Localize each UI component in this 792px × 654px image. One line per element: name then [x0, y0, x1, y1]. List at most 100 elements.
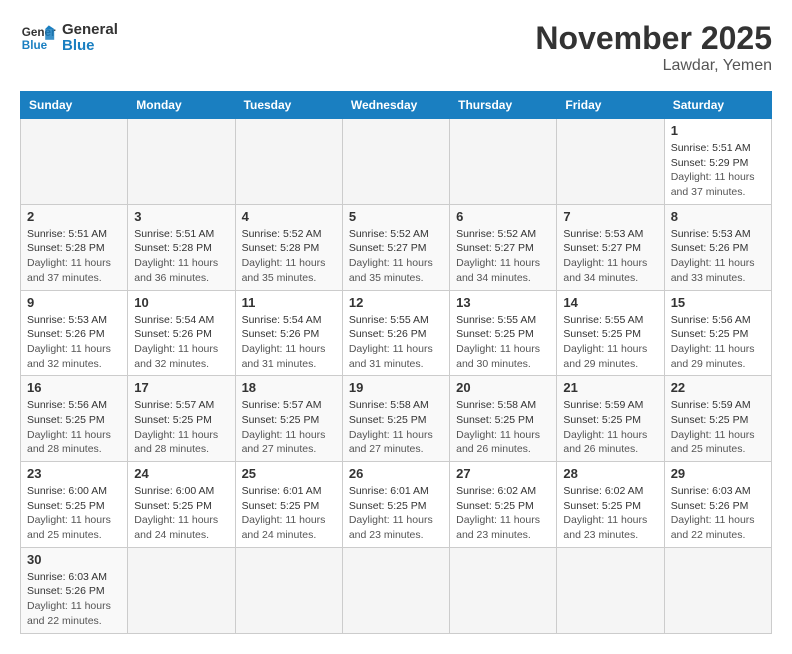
day-info: Sunrise: 6:00 AMSunset: 5:25 PMDaylight:… [27, 484, 121, 543]
day-number: 1 [671, 123, 765, 138]
day-info: Sunrise: 5:56 AMSunset: 5:25 PMDaylight:… [27, 398, 121, 457]
day-info: Sunrise: 5:59 AMSunset: 5:25 PMDaylight:… [563, 398, 657, 457]
table-row: 7 Sunrise: 5:53 AMSunset: 5:27 PMDaylight… [557, 204, 664, 290]
calendar: Sunday Monday Tuesday Wednesday Thursday… [20, 91, 772, 634]
day-info: Sunrise: 5:59 AMSunset: 5:25 PMDaylight:… [671, 398, 765, 457]
table-row: 27Sunrise: 6:02 AMSunset: 5:25 PMDayligh… [450, 462, 557, 548]
table-row: 4Sunrise: 5:52 AMSunset: 5:28 PMDaylight… [235, 204, 342, 290]
table-row: 15Sunrise: 5:56 AMSunset: 5:25 PMDayligh… [664, 290, 771, 376]
col-friday: Friday [557, 92, 664, 119]
day-info: Sunrise: 5:51 AMSunset: 5:29 PMDaylight:… [671, 141, 765, 200]
day-number: 27 [456, 466, 550, 481]
table-row: 12Sunrise: 5:55 AMSunset: 5:26 PMDayligh… [342, 290, 449, 376]
table-row [235, 547, 342, 633]
day-info: Sunrise: 5:57 AMSunset: 5:25 PMDaylight:… [134, 398, 228, 457]
table-row: 30 Sunrise: 6:03 AMSunset: 5:26 PMDayligh… [21, 547, 128, 633]
day-info: Sunrise: 5:51 AMSunset: 5:28 PMDaylight:… [134, 227, 228, 286]
day-number: 8 [671, 209, 765, 224]
logo-icon: General Blue [20, 20, 56, 56]
table-row: 14 Sunrise: 5:55 AMSunset: 5:25 PMDayligh… [557, 290, 664, 376]
col-monday: Monday [128, 92, 235, 119]
col-saturday: Saturday [664, 92, 771, 119]
table-row [557, 547, 664, 633]
table-row [235, 119, 342, 205]
table-row: 25 Sunrise: 6:01 AMSunset: 5:25 PMDayligh… [235, 462, 342, 548]
table-row: 13 Sunrise: 5:55 AMSunset: 5:25 PMDayligh… [450, 290, 557, 376]
table-row: 28 Sunrise: 6:02 AMSunset: 5:25 PMDayligh… [557, 462, 664, 548]
day-number: 4 [242, 209, 336, 224]
day-info: Sunrise: 6:03 AMSunset: 5:26 PMDaylight:… [27, 570, 121, 629]
calendar-week-row: 2 Sunrise: 5:51 AMSunset: 5:28 PMDaylight… [21, 204, 772, 290]
table-row: 5Sunrise: 5:52 AMSunset: 5:27 PMDaylight… [342, 204, 449, 290]
col-sunday: Sunday [21, 92, 128, 119]
table-row: 18 Sunrise: 5:57 AMSunset: 5:25 PMDayligh… [235, 376, 342, 462]
day-info: Sunrise: 5:51 AMSunset: 5:28 PMDaylight:… [27, 227, 121, 286]
day-number: 30 [27, 552, 121, 567]
table-row: 17Sunrise: 5:57 AMSunset: 5:25 PMDayligh… [128, 376, 235, 462]
day-number: 25 [242, 466, 336, 481]
table-row: 6 Sunrise: 5:52 AMSunset: 5:27 PMDaylight… [450, 204, 557, 290]
table-row [450, 547, 557, 633]
table-row [342, 119, 449, 205]
col-thursday: Thursday [450, 92, 557, 119]
day-info: Sunrise: 5:55 AMSunset: 5:25 PMDaylight:… [456, 313, 550, 372]
table-row: 20Sunrise: 5:58 AMSunset: 5:25 PMDayligh… [450, 376, 557, 462]
day-info: Sunrise: 6:01 AMSunset: 5:25 PMDaylight:… [349, 484, 443, 543]
day-info: Sunrise: 5:52 AMSunset: 5:27 PMDaylight:… [456, 227, 550, 286]
calendar-week-row: 9Sunrise: 5:53 AMSunset: 5:26 PMDaylight… [21, 290, 772, 376]
table-row: 21 Sunrise: 5:59 AMSunset: 5:25 PMDayligh… [557, 376, 664, 462]
table-row: 1 Sunrise: 5:51 AMSunset: 5:29 PMDaylight… [664, 119, 771, 205]
day-info: Sunrise: 5:53 AMSunset: 5:27 PMDaylight:… [563, 227, 657, 286]
day-info: Sunrise: 6:02 AMSunset: 5:25 PMDaylight:… [563, 484, 657, 543]
day-number: 2 [27, 209, 121, 224]
col-wednesday: Wednesday [342, 92, 449, 119]
table-row [342, 547, 449, 633]
title-area: November 2025 Lawdar, Yemen [535, 20, 772, 75]
day-info: Sunrise: 5:53 AMSunset: 5:26 PMDaylight:… [27, 313, 121, 372]
logo-blue-text: Blue [62, 38, 118, 55]
day-number: 10 [134, 295, 228, 310]
location-title: Lawdar, Yemen [535, 57, 772, 75]
col-tuesday: Tuesday [235, 92, 342, 119]
table-row: 2 Sunrise: 5:51 AMSunset: 5:28 PMDaylight… [21, 204, 128, 290]
day-info: Sunrise: 6:01 AMSunset: 5:25 PMDaylight:… [242, 484, 336, 543]
day-info: Sunrise: 5:58 AMSunset: 5:25 PMDaylight:… [456, 398, 550, 457]
table-row: 9Sunrise: 5:53 AMSunset: 5:26 PMDaylight… [21, 290, 128, 376]
day-info: Sunrise: 6:00 AMSunset: 5:25 PMDaylight:… [134, 484, 228, 543]
table-row: 23Sunrise: 6:00 AMSunset: 5:25 PMDayligh… [21, 462, 128, 548]
day-number: 7 [563, 209, 657, 224]
logo-general-text: General [62, 22, 118, 39]
day-number: 21 [563, 380, 657, 395]
logo: General Blue General Blue [20, 20, 118, 56]
day-number: 13 [456, 295, 550, 310]
table-row: 26Sunrise: 6:01 AMSunset: 5:25 PMDayligh… [342, 462, 449, 548]
day-number: 18 [242, 380, 336, 395]
day-number: 14 [563, 295, 657, 310]
day-info: Sunrise: 5:54 AMSunset: 5:26 PMDaylight:… [242, 313, 336, 372]
table-row: 8Sunrise: 5:53 AMSunset: 5:26 PMDaylight… [664, 204, 771, 290]
table-row: 19Sunrise: 5:58 AMSunset: 5:25 PMDayligh… [342, 376, 449, 462]
day-info: Sunrise: 6:03 AMSunset: 5:26 PMDaylight:… [671, 484, 765, 543]
table-row: 10Sunrise: 5:54 AMSunset: 5:26 PMDayligh… [128, 290, 235, 376]
day-info: Sunrise: 5:56 AMSunset: 5:25 PMDaylight:… [671, 313, 765, 372]
table-row [664, 547, 771, 633]
calendar-week-row: 1 Sunrise: 5:51 AMSunset: 5:29 PMDaylight… [21, 119, 772, 205]
day-number: 3 [134, 209, 228, 224]
calendar-week-row: 16 Sunrise: 5:56 AMSunset: 5:25 PMDayligh… [21, 376, 772, 462]
day-info: Sunrise: 5:57 AMSunset: 5:25 PMDaylight:… [242, 398, 336, 457]
table-row [21, 119, 128, 205]
table-row [128, 119, 235, 205]
day-info: Sunrise: 5:52 AMSunset: 5:27 PMDaylight:… [349, 227, 443, 286]
calendar-week-row: 23Sunrise: 6:00 AMSunset: 5:25 PMDayligh… [21, 462, 772, 548]
day-info: Sunrise: 5:55 AMSunset: 5:25 PMDaylight:… [563, 313, 657, 372]
calendar-header-row: Sunday Monday Tuesday Wednesday Thursday… [21, 92, 772, 119]
day-number: 28 [563, 466, 657, 481]
day-number: 12 [349, 295, 443, 310]
day-info: Sunrise: 5:58 AMSunset: 5:25 PMDaylight:… [349, 398, 443, 457]
table-row [128, 547, 235, 633]
table-row [450, 119, 557, 205]
day-number: 16 [27, 380, 121, 395]
day-number: 22 [671, 380, 765, 395]
calendar-week-row: 30 Sunrise: 6:03 AMSunset: 5:26 PMDayligh… [21, 547, 772, 633]
day-number: 6 [456, 209, 550, 224]
